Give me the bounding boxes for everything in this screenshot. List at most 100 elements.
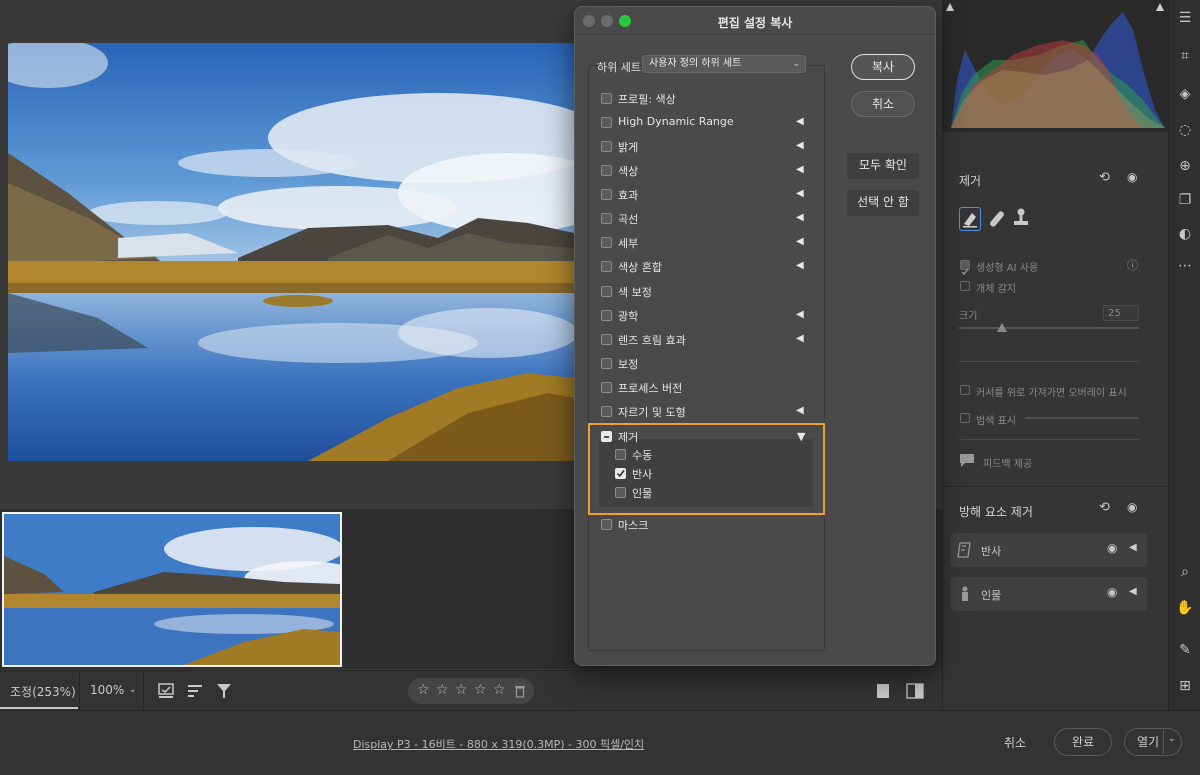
done-button[interactable]: 완료: [1054, 728, 1112, 756]
item-checkbox[interactable]: [601, 237, 612, 248]
clone-stamp-icon[interactable]: [1011, 207, 1031, 229]
copy-button[interactable]: 복사: [851, 54, 915, 80]
item-checkbox[interactable]: [601, 286, 612, 297]
snapshots-icon[interactable]: ◐: [1175, 224, 1195, 244]
size-input[interactable]: 25: [1103, 305, 1139, 321]
item-checkbox[interactable]: [601, 261, 612, 272]
collapse-triangle-icon[interactable]: ▼: [797, 430, 805, 443]
item-label: 프로필: 색상: [618, 93, 676, 106]
filter-icon[interactable]: [216, 682, 232, 700]
item-label: High Dynamic Range: [618, 115, 734, 128]
feedback-speech-bubble-icon[interactable]: [959, 452, 975, 468]
size-slider-track[interactable]: [959, 327, 1139, 329]
hand-icon[interactable]: ✋: [1175, 598, 1195, 618]
expand-triangle-icon[interactable]: ◀: [796, 188, 804, 199]
star-5-icon[interactable]: ☆: [493, 682, 506, 698]
open-button-divider: [1163, 730, 1164, 754]
item-checkbox[interactable]: [601, 117, 612, 128]
before-after-view-icon[interactable]: [906, 683, 924, 699]
expand-triangle-icon[interactable]: ◀: [796, 236, 804, 247]
star-1-icon[interactable]: ☆: [417, 682, 430, 698]
item-checkbox[interactable]: [601, 358, 612, 369]
size-slider-handle[interactable]: [997, 323, 1007, 332]
expand-triangle-icon[interactable]: ◀: [796, 309, 804, 320]
distraction-row-reflection[interactable]: 반사 ◉ ◀: [951, 533, 1147, 567]
item-checkbox[interactable]: [601, 213, 612, 224]
zoom-chevron-down-icon[interactable]: ⌄: [129, 685, 137, 695]
expand-triangle-icon[interactable]: ◀: [1129, 586, 1137, 597]
detect-objects-checkbox[interactable]: [960, 281, 970, 291]
cancel-button[interactable]: 취소: [1004, 734, 1026, 751]
remove-eraser-icon[interactable]: ◈: [1175, 84, 1195, 104]
sort-icon[interactable]: [187, 683, 205, 699]
open-options-chevron-down-icon[interactable]: ⌄: [1168, 734, 1176, 744]
workflow-options-link[interactable]: Display P3 - 16비트 - 880 x 319(0.3MP) - 3…: [353, 736, 644, 752]
subset-select[interactable]: 사용자 정의 하위 세트 ⌄: [642, 55, 806, 73]
expand-triangle-icon[interactable]: ◀: [796, 260, 804, 271]
shadow-clipping-icon[interactable]: [945, 2, 955, 12]
expand-triangle-icon[interactable]: ◀: [1129, 542, 1137, 553]
expand-triangle-icon[interactable]: ◀: [796, 164, 804, 175]
item-checkbox[interactable]: [601, 382, 612, 393]
item-checkbox[interactable]: [601, 334, 612, 345]
star-2-icon[interactable]: ☆: [436, 682, 449, 698]
remove-tool-eraser-button[interactable]: [959, 207, 981, 231]
main-photo[interactable]: [8, 43, 574, 461]
filmstrip-view-icon[interactable]: [158, 683, 176, 699]
edit-sliders-icon[interactable]: ☰: [1175, 8, 1195, 28]
item-checkbox[interactable]: [601, 519, 612, 530]
feedback-link[interactable]: 피드백 제공: [983, 455, 1032, 470]
child-checkbox-checked[interactable]: [615, 468, 626, 479]
item-label: 밝게: [618, 141, 639, 154]
zoom-fit-button[interactable]: 조정(253%): [10, 683, 76, 700]
child-label: 수동: [632, 449, 653, 462]
item-checkbox[interactable]: [601, 406, 612, 417]
distraction-row-people[interactable]: 인물 ◉ ◀: [951, 577, 1147, 611]
star-3-icon[interactable]: ☆: [455, 682, 468, 698]
filmstrip-thumbnail[interactable]: [2, 512, 342, 667]
expand-triangle-icon[interactable]: ◀: [796, 140, 804, 151]
expand-triangle-icon[interactable]: ◀: [796, 212, 804, 223]
eyedropper-icon[interactable]: ✎: [1175, 640, 1195, 660]
masking-icon[interactable]: ◌: [1175, 120, 1195, 140]
info-icon[interactable]: ⓘ: [1127, 257, 1138, 273]
child-label: 반사: [632, 468, 653, 481]
brush-display-checkbox[interactable]: [960, 413, 970, 423]
item-checkbox[interactable]: [601, 189, 612, 200]
item-checkbox[interactable]: [601, 93, 612, 104]
reset-icon[interactable]: ⟲: [1099, 170, 1110, 185]
zoom-magnifier-icon[interactable]: ⌕: [1175, 562, 1195, 582]
red-eye-icon[interactable]: ⊕: [1175, 156, 1195, 176]
brush-display-slider[interactable]: [1025, 417, 1139, 419]
check-none-button[interactable]: 선택 안 함: [847, 190, 919, 216]
heal-bandage-icon[interactable]: [987, 209, 1007, 229]
child-checkbox[interactable]: [615, 487, 626, 498]
star-4-icon[interactable]: ☆: [474, 682, 487, 698]
visibility-eye-icon[interactable]: ◉: [1107, 541, 1117, 555]
status-bar: Display P3 - 16비트 - 880 x 319(0.3MP) - 3…: [0, 710, 1200, 775]
visibility-eye-icon[interactable]: ◉: [1107, 585, 1117, 599]
remove-group-checkbox-partial[interactable]: [601, 431, 612, 442]
item-checkbox[interactable]: [601, 165, 612, 176]
visibility-eye-icon[interactable]: ◉: [1127, 170, 1137, 184]
item-checkbox[interactable]: [601, 310, 612, 321]
child-checkbox[interactable]: [615, 449, 626, 460]
highlight-clipping-icon[interactable]: [1155, 2, 1165, 12]
single-view-icon[interactable]: [876, 683, 890, 699]
trash-icon[interactable]: [514, 684, 526, 698]
expand-triangle-icon[interactable]: ◀: [796, 405, 804, 416]
expand-triangle-icon[interactable]: ◀: [796, 116, 804, 127]
check-all-button[interactable]: 모두 확인: [847, 153, 919, 179]
generative-ai-checkbox[interactable]: [960, 260, 970, 275]
visibility-eye-icon[interactable]: ◉: [1127, 500, 1137, 514]
reset-icon[interactable]: ⟲: [1099, 500, 1110, 515]
crop-icon[interactable]: ⌗: [1175, 46, 1195, 66]
cancel-dialog-button[interactable]: 취소: [851, 91, 915, 117]
item-checkbox[interactable]: [601, 141, 612, 152]
grid-overlay-icon[interactable]: ⊞: [1175, 676, 1195, 696]
presets-icon[interactable]: ❐: [1175, 190, 1195, 210]
more-options-icon[interactable]: ⋯: [1175, 256, 1195, 276]
overlay-checkbox[interactable]: [960, 385, 970, 395]
expand-triangle-icon[interactable]: ◀: [796, 333, 804, 344]
zoom-value[interactable]: 100%: [90, 683, 124, 697]
